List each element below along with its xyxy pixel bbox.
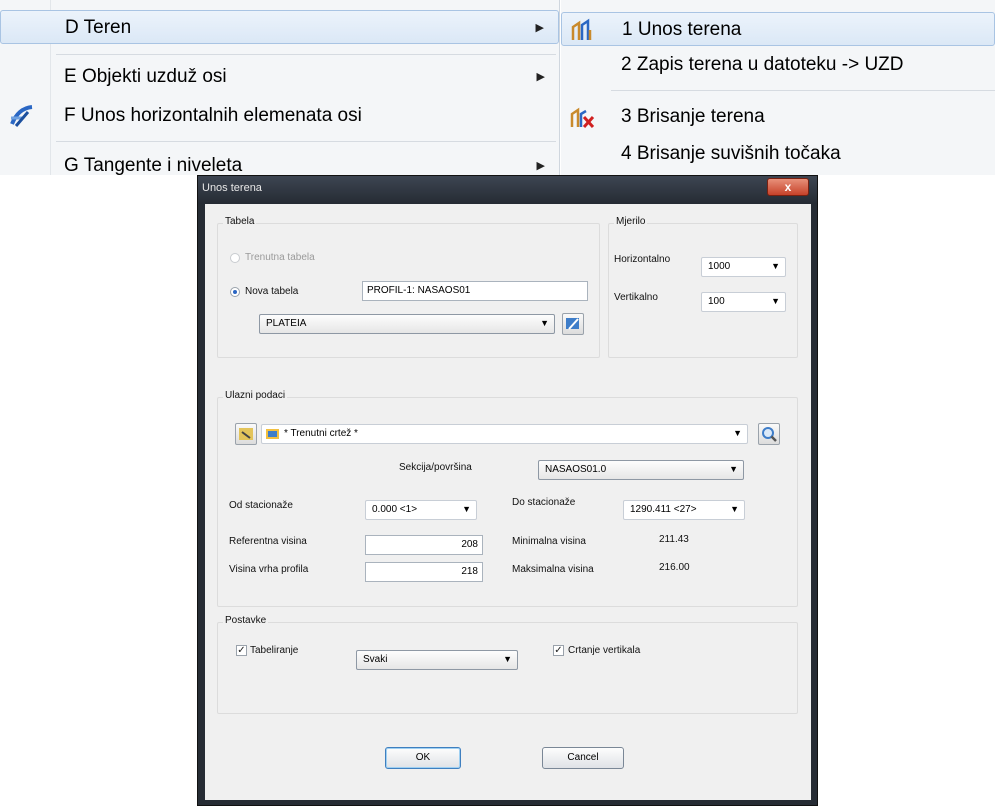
dropdown-arrow-icon: ▼ (730, 504, 739, 514)
terrain-input-icon (571, 18, 592, 40)
drawing-icon (266, 429, 279, 439)
menu-separator (611, 90, 995, 91)
menu-separator (56, 54, 556, 55)
submenu-arrow-icon: ▶ (536, 71, 545, 83)
menu-item-label: 3 Brisanje terena (621, 106, 765, 127)
menu-item-label: D Teren (65, 17, 132, 38)
do-stacionaze-value: 1290.411 <27> (630, 504, 697, 515)
menu-item-label: 4 Brisanje suvišnih točaka (621, 143, 841, 164)
tabeliranje-label: Tabeliranje (250, 645, 299, 656)
mjerilo-group (608, 223, 798, 358)
tabeliranje-checkbox[interactable]: ✓ (236, 645, 247, 656)
trenutna-tabela-label: Trenutna tabela (245, 252, 315, 263)
dropdown-arrow-icon: ▼ (771, 261, 780, 271)
menu-item-label: F Unos horizontalnih elemenata osi (64, 105, 362, 126)
od-stacionaze-select[interactable]: 0.000 <1> ▼ (365, 500, 477, 520)
close-button[interactable]: x (767, 178, 809, 196)
horizontalno-value: 1000 (708, 261, 731, 272)
nova-tabela-radio[interactable] (230, 287, 240, 297)
menu-item-objekti[interactable]: E Objekti uzduž osi ▶ (0, 60, 559, 94)
edit-icon (566, 318, 579, 330)
menu-item-teren[interactable]: D Teren ▶ (0, 10, 559, 44)
cancel-button[interactable]: Cancel (542, 747, 624, 769)
context-menu-main: D Teren ▶ E Objekti uzduž osi ▶ F Unos h… (0, 0, 560, 176)
tabeliranje-value: Svaki (363, 654, 388, 665)
vertikalno-label: Vertikalno (614, 292, 658, 303)
dropdown-arrow-icon: ▼ (540, 318, 549, 328)
dialog-title: Unos terena (202, 182, 262, 194)
context-submenu-teren: 1 Unos terena 2 Zapis terena u datoteku … (561, 0, 995, 175)
nova-tabela-label: Nova tabela (245, 286, 299, 297)
menu-separator (56, 141, 556, 142)
od-stacionaze-value: 0.000 <1> (372, 504, 418, 515)
sekcija-label: Sekcija/površina (399, 462, 472, 473)
trenutna-tabela-radio[interactable] (230, 253, 240, 263)
vertikalno-value: 100 (708, 296, 725, 307)
referentna-visina-input[interactable]: 208 (365, 535, 483, 555)
dropdown-arrow-icon: ▼ (503, 654, 512, 664)
ulazni-podaci-group-label: Ulazni podaci (223, 390, 288, 401)
do-stacionaze-label: Do stacionaže (512, 497, 576, 508)
submenu-arrow-icon: ▶ (535, 22, 544, 34)
menu-item-brisanje-tocaka[interactable]: 4 Brisanje suvišnih točaka (561, 137, 995, 171)
source-drawing-value: * Trenutni crtež * (284, 428, 358, 439)
od-stacionaze-label: Od stacionaže (229, 500, 293, 511)
crtanje-vertikala-checkbox[interactable]: ✓ (553, 645, 564, 656)
referentna-visina-label: Referentna visina (229, 536, 307, 547)
crtanje-vertikala-label: Crtanje vertikala (568, 645, 641, 656)
pick-icon (239, 428, 253, 440)
edit-table-button[interactable] (562, 313, 584, 335)
visina-vrha-label: Visina vrha profila (229, 564, 309, 575)
source-drawing-select[interactable]: * Trenutni crtež * ▼ (261, 424, 748, 444)
menu-item-unos-terena[interactable]: 1 Unos terena (561, 12, 995, 46)
ok-button[interactable]: OK (385, 747, 461, 769)
visina-vrha-input[interactable]: 218 (365, 562, 483, 582)
dropdown-arrow-icon: ▼ (462, 504, 471, 514)
horizontalno-label: Horizontalno (614, 254, 671, 265)
maksimalna-visina-label: Maksimalna visina (512, 564, 594, 575)
minimalna-visina-value: 211.43 (659, 534, 689, 545)
magnifier-icon (762, 427, 777, 442)
menu-item-zapis-terena[interactable]: 2 Zapis terena u datoteku -> UZD (561, 48, 995, 82)
dialog-titlebar[interactable]: Unos terena x (198, 176, 817, 204)
dropdown-arrow-icon: ▼ (771, 296, 780, 306)
dropdown-arrow-icon: ▼ (733, 428, 742, 438)
menu-item-label: E Objekti uzduž osi (64, 66, 227, 87)
axis-elements-icon (10, 105, 33, 127)
tabela-group-label: Tabela (223, 216, 257, 227)
tabeliranje-select[interactable]: Svaki ▼ (356, 650, 518, 670)
sekcija-value: NASAOS01.0 (545, 464, 607, 475)
minimalna-visina-label: Minimalna visina (512, 536, 586, 547)
mjerilo-group-label: Mjerilo (614, 216, 648, 227)
close-icon: x (784, 180, 792, 194)
menu-item-horizontalni-elementi[interactable]: F Unos horizontalnih elemenata osi (0, 99, 559, 133)
menu-item-label: 1 Unos terena (622, 19, 742, 40)
vertikalno-select[interactable]: 100 ▼ (701, 292, 786, 312)
maksimalna-visina-value: 216.00 (659, 562, 690, 573)
postavke-group-label: Postavke (223, 615, 269, 626)
nova-tabela-input[interactable]: PROFIL-1: NASAOS01 (362, 281, 588, 301)
browse-source-button[interactable] (758, 423, 780, 445)
pick-source-button[interactable] (235, 423, 257, 445)
terrain-delete-icon (570, 107, 595, 129)
do-stacionaze-select[interactable]: 1290.411 <27> ▼ (623, 500, 745, 520)
table-type-value: PLATEIA (266, 318, 307, 329)
sekcija-select[interactable]: NASAOS01.0 ▼ (538, 460, 744, 480)
menu-item-label: 2 Zapis terena u datoteku -> UZD (621, 54, 904, 75)
table-type-select[interactable]: PLATEIA ▼ (259, 314, 555, 334)
dropdown-arrow-icon: ▼ (729, 464, 738, 474)
dialog-client-area: Tabela Trenutna tabela Nova tabela PROFI… (205, 204, 811, 800)
unos-terena-dialog: Unos terena x Tabela Trenutna tabela Nov… (197, 175, 818, 806)
horizontalno-select[interactable]: 1000 ▼ (701, 257, 786, 277)
menu-item-brisanje-terena[interactable]: 3 Brisanje terena (561, 100, 995, 134)
